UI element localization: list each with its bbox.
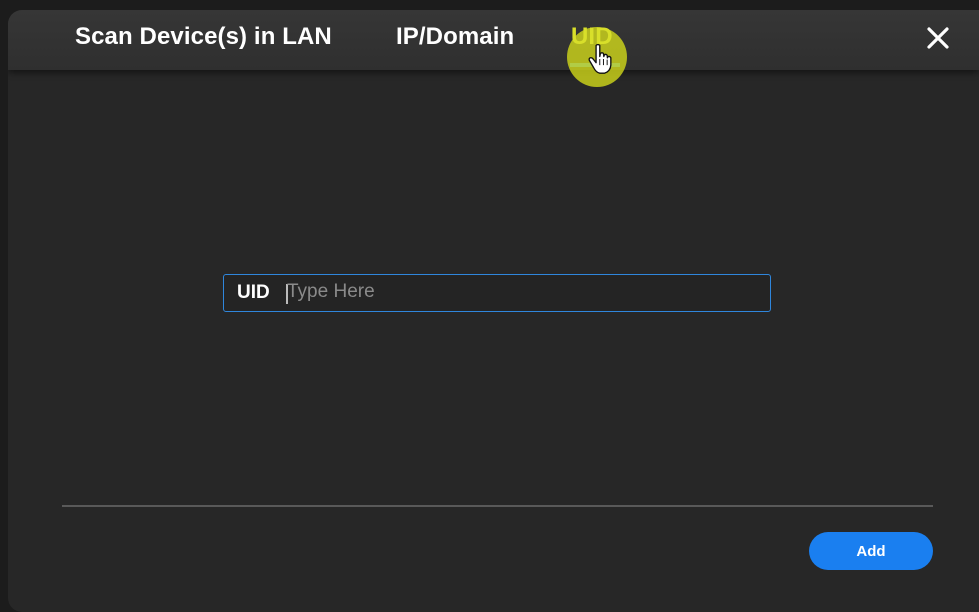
uid-input[interactable] — [284, 278, 757, 306]
hand-pointer-icon — [588, 43, 612, 74]
tab-ip-domain[interactable]: IP/Domain — [396, 23, 514, 51]
close-button[interactable] — [922, 22, 954, 54]
close-icon — [927, 27, 949, 49]
add-button[interactable]: Add — [809, 532, 933, 570]
footer-divider — [62, 505, 933, 507]
tab-scan-lan[interactable]: Scan Device(s) in LAN — [75, 23, 332, 51]
dialog-header: Scan Device(s) in LAN IP/Domain UID — [8, 10, 979, 87]
uid-field[interactable]: UID — [223, 274, 771, 312]
uid-label: UID — [237, 282, 270, 303]
add-device-dialog: Scan Device(s) in LAN IP/Domain UID UID … — [8, 10, 979, 612]
